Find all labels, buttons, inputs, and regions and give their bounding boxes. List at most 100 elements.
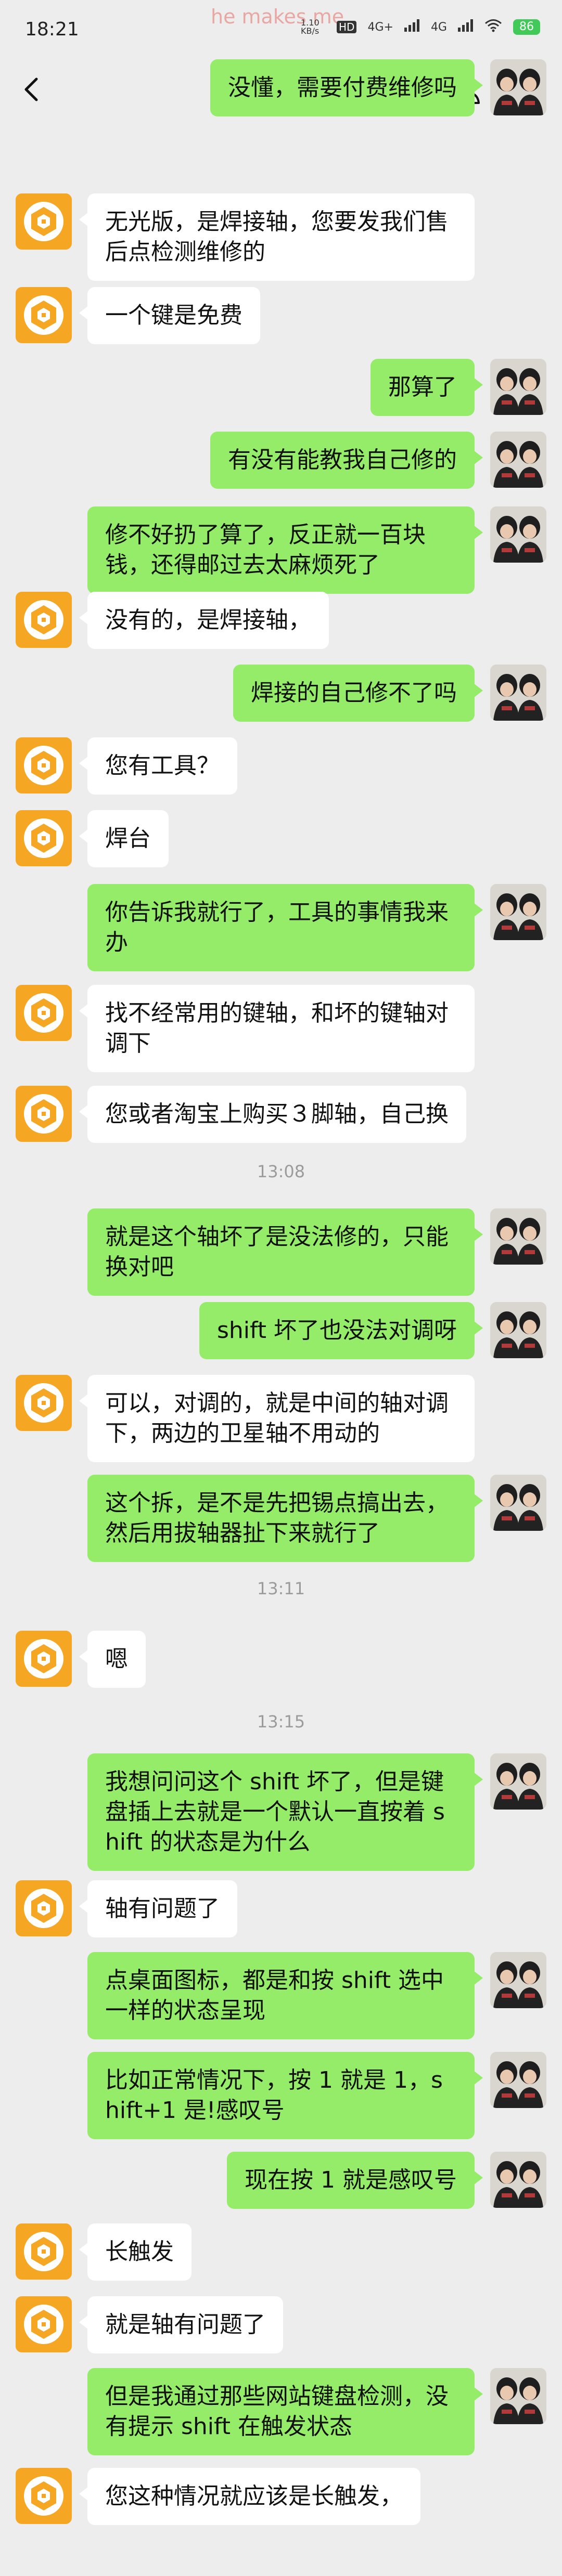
- message-bubble[interactable]: 就是这个轴坏了是没法修的，只能换对吧: [87, 1208, 483, 1296]
- message-bubble[interactable]: 我想问问这个 shift 坏了，但是键盘插上去就是一个默认一直按着 shift …: [87, 1753, 483, 1871]
- message-bubble[interactable]: 嗯: [79, 1631, 146, 1688]
- outgoing-message: 比如正常情况下，按 1 就是 1，shift+1 是!感叹号: [0, 2052, 562, 2139]
- message-bubble[interactable]: 有没有能教我自己修的: [210, 432, 483, 489]
- orange-logo-avatar: [17, 1632, 71, 1686]
- message-bubble[interactable]: shift 坏了也没法对调呀: [199, 1302, 483, 1359]
- battery-icon: 86: [513, 19, 540, 35]
- message-bubble[interactable]: 点桌面图标，都是和按 shift 选中一样的状态呈现: [87, 1952, 483, 2039]
- message-bubble[interactable]: 那算了: [371, 359, 483, 416]
- merchant-avatar[interactable]: [16, 2223, 72, 2280]
- outgoing-message: 但是我通过那些网站键盘检测，没有提示 shift 在触发状态: [0, 2368, 562, 2455]
- message-bubble[interactable]: 你告诉我就行了，工具的事情我来办: [87, 884, 483, 971]
- message-bubble[interactable]: 轴有问题了: [79, 1880, 237, 1937]
- user-avatar[interactable]: [490, 2152, 546, 2208]
- merchant-avatar[interactable]: [16, 287, 72, 343]
- merchant-avatar[interactable]: [16, 737, 72, 793]
- timestamp: 13:15: [257, 1712, 305, 1732]
- incoming-message: 您这种情况就应该是长触发，: [0, 2468, 562, 2525]
- outgoing-message: 没懂，需要付费维修吗: [0, 59, 562, 116]
- user-avatar[interactable]: [490, 1208, 546, 1265]
- message-list[interactable]: 没懂，需要付费维修吗无光版，是焊接轴，您要发我们售后点检测维修的一个键是免费那算…: [0, 59, 562, 2576]
- user-avatar[interactable]: [490, 884, 546, 940]
- outgoing-message: 有没有能教我自己修的: [0, 432, 562, 489]
- photo-avatar: [490, 1952, 546, 2008]
- outgoing-message: 这个拆，是不是先把锡点搞出去，然后用拔轴器扯下来就行了: [0, 1475, 562, 1562]
- merchant-avatar[interactable]: [16, 2468, 72, 2524]
- message-bubble[interactable]: 没有的，是焊接轴，: [79, 592, 329, 649]
- wifi-icon: [484, 19, 502, 35]
- outgoing-message: 焊接的自己修不了吗: [0, 665, 562, 722]
- incoming-message: 无光版，是焊接轴，您要发我们售后点检测维修的: [0, 193, 562, 281]
- user-avatar[interactable]: [490, 2368, 546, 2424]
- outgoing-message: 你告诉我就行了，工具的事情我来办: [0, 884, 562, 971]
- incoming-message: 就是轴有问题了: [0, 2296, 562, 2353]
- orange-logo-avatar: [17, 811, 71, 865]
- message-bubble[interactable]: 一个键是免费: [79, 287, 260, 344]
- message-bubble[interactable]: 找不经常用的键轴，和坏的键轴对调下: [79, 985, 475, 1072]
- user-avatar[interactable]: [490, 1475, 546, 1531]
- merchant-avatar[interactable]: [16, 985, 72, 1041]
- photo-avatar: [490, 432, 546, 488]
- user-avatar[interactable]: [490, 359, 546, 415]
- photo-avatar: [490, 884, 546, 940]
- merchant-avatar[interactable]: [16, 592, 72, 648]
- message-bubble[interactable]: 可以，对调的，就是中间的轴对调下，两边的卫星轴不用动的: [79, 1375, 475, 1462]
- message-bubble[interactable]: 焊接的自己修不了吗: [233, 665, 483, 722]
- orange-logo-avatar: [17, 2469, 71, 2523]
- outgoing-message: 我想问问这个 shift 坏了，但是键盘插上去就是一个默认一直按着 shift …: [0, 1753, 562, 1871]
- photo-avatar: [490, 1753, 546, 1810]
- message-bubble[interactable]: 现在按 1 就是感叹号: [227, 2152, 483, 2209]
- outgoing-message: 就是这个轴坏了是没法修的，只能换对吧: [0, 1208, 562, 1296]
- merchant-avatar[interactable]: [16, 1086, 72, 1142]
- timestamp: 13:08: [257, 1162, 305, 1181]
- merchant-avatar[interactable]: [16, 2296, 72, 2352]
- message-bubble[interactable]: 您有工具？: [79, 737, 237, 795]
- orange-logo-avatar: [17, 288, 71, 342]
- outgoing-message: 那算了: [0, 359, 562, 416]
- incoming-message: 长触发: [0, 2223, 562, 2281]
- message-bubble[interactable]: 修不好扔了算了，反正就一百块钱，还得邮过去太麻烦死了: [87, 506, 483, 594]
- message-bubble[interactable]: 没懂，需要付费维修吗: [210, 59, 483, 116]
- signal-2-label: 4G: [430, 20, 447, 34]
- merchant-avatar[interactable]: [16, 1375, 72, 1431]
- photo-avatar: [490, 59, 546, 115]
- message-bubble[interactable]: 长触发: [79, 2223, 191, 2281]
- photo-avatar: [490, 359, 546, 415]
- user-avatar[interactable]: [490, 1753, 546, 1810]
- net-speed: 1.10 KB/s: [301, 18, 320, 36]
- message-bubble[interactable]: 焊台: [79, 810, 169, 867]
- user-avatar[interactable]: [490, 432, 546, 488]
- merchant-avatar[interactable]: [16, 1631, 72, 1687]
- user-avatar[interactable]: [490, 1302, 546, 1358]
- message-bubble[interactable]: 这个拆，是不是先把锡点搞出去，然后用拔轴器扯下来就行了: [87, 1475, 483, 1562]
- status-icons: 1.10 KB/s HD 4G+ 4G 86: [301, 19, 547, 35]
- incoming-message: 您或者淘宝上购买３脚轴，自己换: [0, 1086, 562, 1143]
- merchant-avatar[interactable]: [16, 810, 72, 866]
- message-bubble[interactable]: 您或者淘宝上购买３脚轴，自己换: [79, 1086, 466, 1143]
- merchant-avatar[interactable]: [16, 193, 72, 250]
- message-bubble[interactable]: 就是轴有问题了: [79, 2296, 283, 2353]
- incoming-message: 焊台: [0, 810, 562, 867]
- user-avatar[interactable]: [490, 59, 546, 115]
- outgoing-message: 修不好扔了算了，反正就一百块钱，还得邮过去太麻烦死了: [0, 506, 562, 594]
- photo-avatar: [490, 2152, 546, 2208]
- photo-avatar: [490, 665, 546, 721]
- orange-logo-avatar: [17, 2224, 71, 2279]
- merchant-avatar[interactable]: [16, 1880, 72, 1936]
- message-bubble[interactable]: 无光版，是焊接轴，您要发我们售后点检测维修的: [79, 193, 475, 281]
- outgoing-message: 点桌面图标，都是和按 shift 选中一样的状态呈现: [0, 1952, 562, 2039]
- message-bubble[interactable]: 但是我通过那些网站键盘检测，没有提示 shift 在触发状态: [87, 2368, 483, 2455]
- message-bubble[interactable]: 比如正常情况下，按 1 就是 1，shift+1 是!感叹号: [87, 2052, 483, 2139]
- user-avatar[interactable]: [490, 2052, 546, 2108]
- photo-avatar: [490, 1475, 546, 1531]
- signal-1-label: 4G+: [367, 20, 393, 34]
- photo-avatar: [490, 1302, 546, 1358]
- incoming-message: 可以，对调的，就是中间的轴对调下，两边的卫星轴不用动的: [0, 1375, 562, 1462]
- message-bubble[interactable]: 您这种情况就应该是长触发，: [79, 2468, 420, 2525]
- orange-logo-avatar: [17, 1881, 71, 1935]
- incoming-message: 您有工具？: [0, 737, 562, 795]
- user-avatar[interactable]: [490, 506, 546, 563]
- user-avatar[interactable]: [490, 1952, 546, 2008]
- user-avatar[interactable]: [490, 665, 546, 721]
- outgoing-message: 现在按 1 就是感叹号: [0, 2152, 562, 2209]
